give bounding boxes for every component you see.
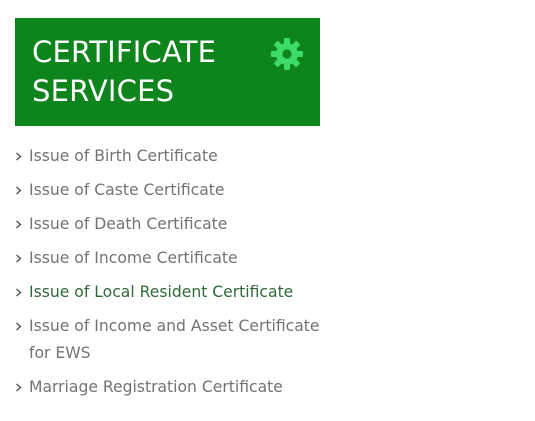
list-item-birth-certificate[interactable]: Issue of Birth Certificate (15, 143, 335, 170)
list-item-death-certificate[interactable]: Issue of Death Certificate (15, 211, 335, 238)
list-item-income-and-asset-certificate-ews[interactable]: Issue of Income and Asset Certificate fo… (15, 313, 335, 367)
chevron-right-icon (16, 152, 22, 161)
chevron-right-icon (16, 220, 22, 229)
list-item-label: Issue of Income Certificate (29, 249, 238, 267)
list-item-label: Issue of Death Certificate (29, 215, 228, 233)
certificate-services-header: CERTIFICATE SERVICES (15, 18, 320, 126)
list-item-label: Issue of Income and Asset Certificate fo… (29, 317, 320, 362)
list-item-marriage-registration-certificate[interactable]: Marriage Registration Certificate (15, 374, 335, 401)
chevron-right-icon (16, 186, 22, 195)
card-title-line-2: SERVICES (32, 74, 175, 108)
list-item-caste-certificate[interactable]: Issue of Caste Certificate (15, 177, 335, 204)
card-title: CERTIFICATE SERVICES (32, 33, 216, 111)
chevron-right-icon (16, 383, 22, 392)
list-item-local-resident-certificate[interactable]: Issue of Local Resident Certificate (15, 279, 335, 306)
certificate-services-list: Issue of Birth Certificate Issue of Cast… (15, 143, 335, 401)
chevron-right-icon (16, 288, 22, 297)
card-title-line-1: CERTIFICATE (32, 35, 217, 69)
list-item-label: Issue of Birth Certificate (29, 147, 218, 165)
list-item-income-certificate[interactable]: Issue of Income Certificate (15, 245, 335, 272)
list-item-label: Issue of Caste Certificate (29, 181, 225, 199)
gear-icon (271, 38, 303, 70)
list-item-label: Issue of Local Resident Certificate (29, 283, 294, 301)
list-item-label: Marriage Registration Certificate (29, 378, 283, 396)
chevron-right-icon (16, 322, 22, 331)
chevron-right-icon (16, 254, 22, 263)
